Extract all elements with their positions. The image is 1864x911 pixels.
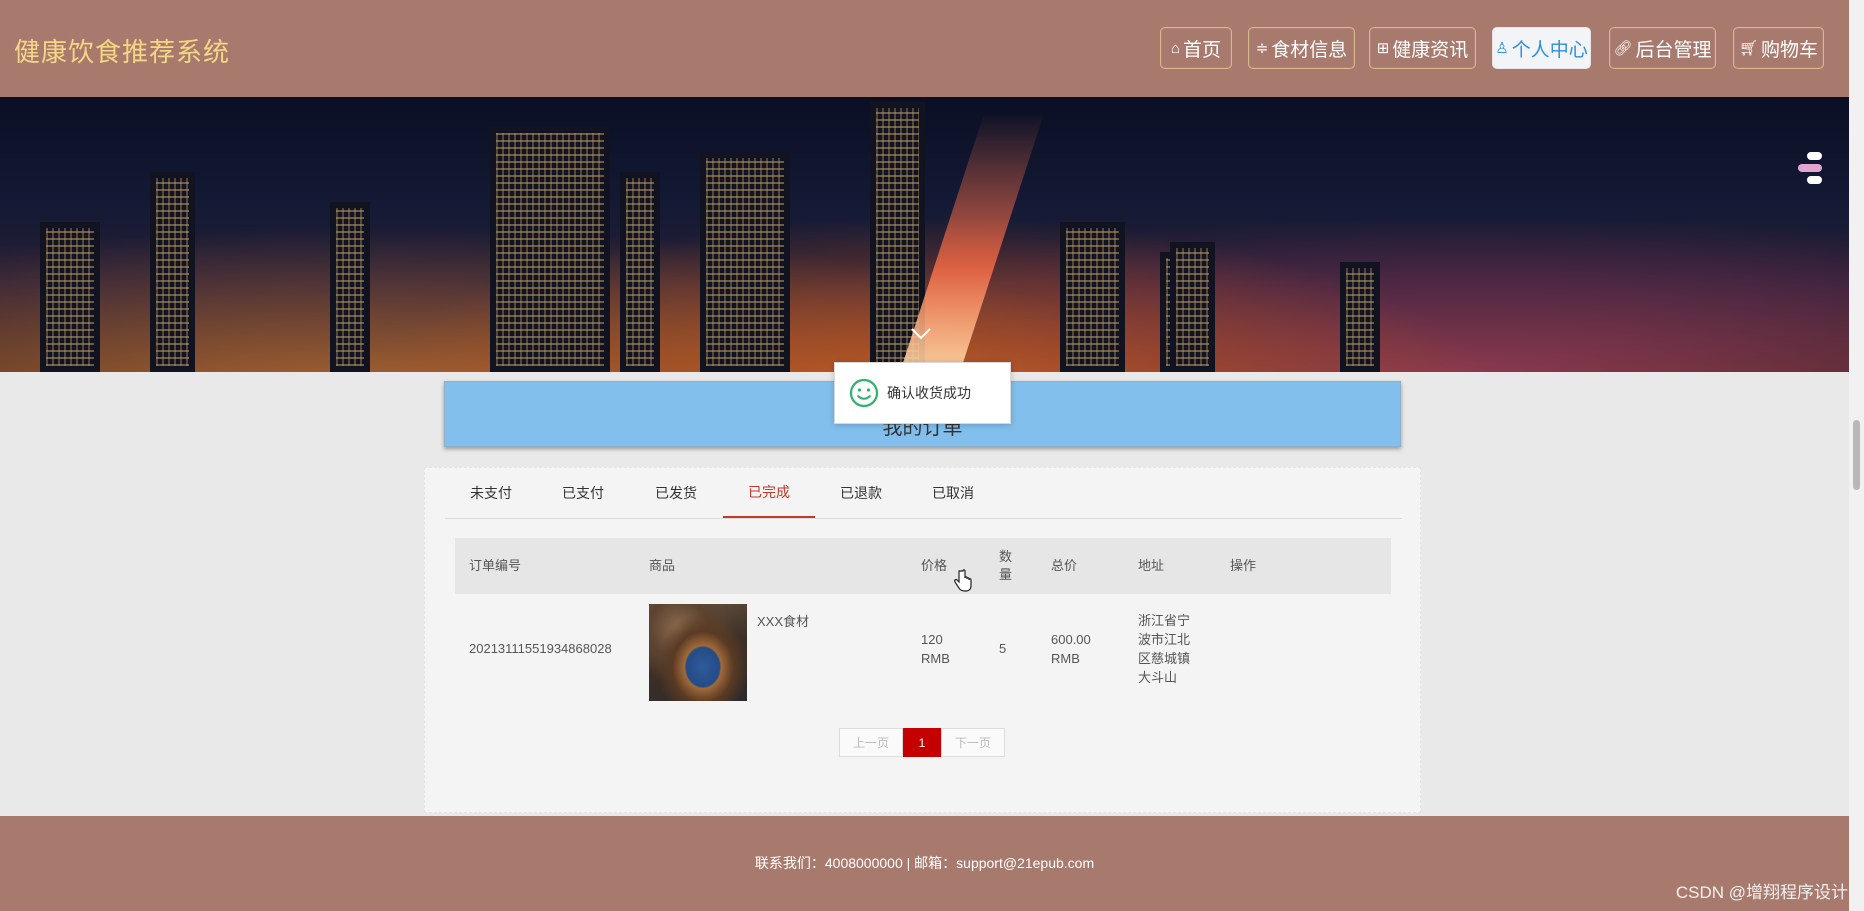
table-row: 202131115519348680​28 XXX食材 120 RMB 5 60… [455, 596, 1391, 708]
nav-health-news-label: 健康资讯 [1392, 39, 1469, 61]
banner-pagination [1798, 152, 1822, 188]
cart-icon: 🛒︎ [1738, 40, 1759, 57]
banner-building [150, 172, 195, 372]
toast-message: 确认收货成功 [834, 362, 1011, 424]
tab-completed[interactable]: 已完成 [723, 468, 815, 518]
banner-building [620, 172, 660, 372]
nav-home[interactable]: ⌂ 首页 [1160, 27, 1232, 69]
banner-building [490, 127, 610, 372]
toast-text: 确认收货成功 [887, 385, 971, 401]
page-scrollbar[interactable] [1849, 0, 1864, 911]
col-total: 总价 [1051, 558, 1078, 573]
page-1-button[interactable]: 1 [903, 728, 941, 757]
banner-building [1340, 262, 1380, 372]
banner-building [40, 222, 100, 372]
col-quantity: 数量 [999, 549, 1013, 582]
banner-dot-active[interactable] [1798, 164, 1822, 172]
orders-panel: 未支付 已支付 已发货 已完成 已退款 已取消 订单编号 商品 价格 数量 总价… [424, 467, 1421, 813]
tab-shipped[interactable]: 已发货 [630, 468, 722, 518]
banner-building [1170, 242, 1215, 372]
watermark: CSDN @增翔程序设计 [1675, 883, 1848, 902]
nav-personal-center-label: 个人中心 [1511, 39, 1588, 61]
tab-refunded[interactable]: 已退款 [815, 468, 907, 518]
site-header: 健康饮食推荐系统 ⌂ 首页 ≑ 食材信息 ⊞ 健康资讯 ♙ 个人中心 🔗︎ 后台管理 🛒︎… [0, 0, 1849, 97]
hand-cursor-icon [954, 569, 972, 592]
nav-personal-center[interactable]: ♙ 个人中心 [1492, 27, 1591, 69]
col-address: 地址 [1138, 558, 1165, 573]
banner-building [330, 202, 370, 372]
user-icon: ♙ [1495, 40, 1509, 57]
product-name[interactable]: XXX食材 [757, 612, 809, 631]
tab-cancelled[interactable]: 已取消 [907, 468, 999, 518]
footer-contact: 联系我们：4008000000 | 邮箱：support@21epub.com [754, 855, 1095, 871]
order-id: 202131115519348680​28 [469, 641, 612, 656]
home-icon: ⌂ [1170, 39, 1181, 57]
nav-home-label: 首页 [1183, 39, 1222, 61]
nav-cart-label: 购物车 [1761, 39, 1819, 61]
smile-icon [849, 378, 879, 408]
order-status-tabs: 未支付 已支付 已发货 已完成 已退款 已取消 [445, 468, 1402, 519]
nav-health-news[interactable]: ⊞ 健康资讯 [1369, 27, 1476, 69]
banner-dot[interactable] [1807, 152, 1822, 160]
next-page-button[interactable]: 下一页 [941, 728, 1005, 757]
col-price: 价格 [921, 558, 948, 573]
nav-ingredients-label: 食材信息 [1271, 39, 1348, 61]
nav-admin-label: 后台管理 [1635, 39, 1712, 61]
nav-admin[interactable]: 🔗︎ 后台管理 [1609, 27, 1716, 69]
col-order-id: 订单编号 [469, 558, 522, 573]
prev-page-button[interactable]: 上一页 [839, 728, 903, 757]
quantity: 5 [999, 641, 1007, 656]
table-header: 订单编号 商品 价格 数量 总价 地址 操作 [455, 538, 1391, 594]
nav-cart[interactable]: 🛒︎ 购物车 [1733, 27, 1824, 69]
link-icon: 🔗︎ [1613, 40, 1633, 57]
product-image[interactable] [649, 604, 747, 701]
sliders-icon: ≑ [1255, 40, 1269, 57]
col-product: 商品 [649, 558, 676, 573]
nav-ingredients[interactable]: ≑ 食材信息 [1248, 27, 1355, 69]
tab-paid[interactable]: 已支付 [537, 468, 629, 518]
col-action: 操作 [1230, 558, 1257, 573]
address: 浙江省宁波市江北区慈城镇大斗山 [1138, 613, 1191, 685]
banner-dot[interactable] [1807, 176, 1822, 184]
hero-banner [0, 97, 1849, 372]
chevron-down-icon[interactable] [910, 327, 932, 341]
site-title[interactable]: 健康饮食推荐系统 [14, 32, 230, 69]
total: 600.00 RMB [1051, 632, 1091, 666]
banner-building [700, 152, 790, 372]
tab-unpaid[interactable]: 未支付 [445, 468, 537, 518]
site-footer: 联系我们：4008000000 | 邮箱：support@21epub.com [0, 816, 1849, 911]
banner-building [1060, 222, 1125, 372]
scrollbar-thumb[interactable] [1853, 420, 1860, 490]
price: 120 RMB [921, 632, 950, 666]
gift-icon: ⊞ [1376, 40, 1390, 57]
